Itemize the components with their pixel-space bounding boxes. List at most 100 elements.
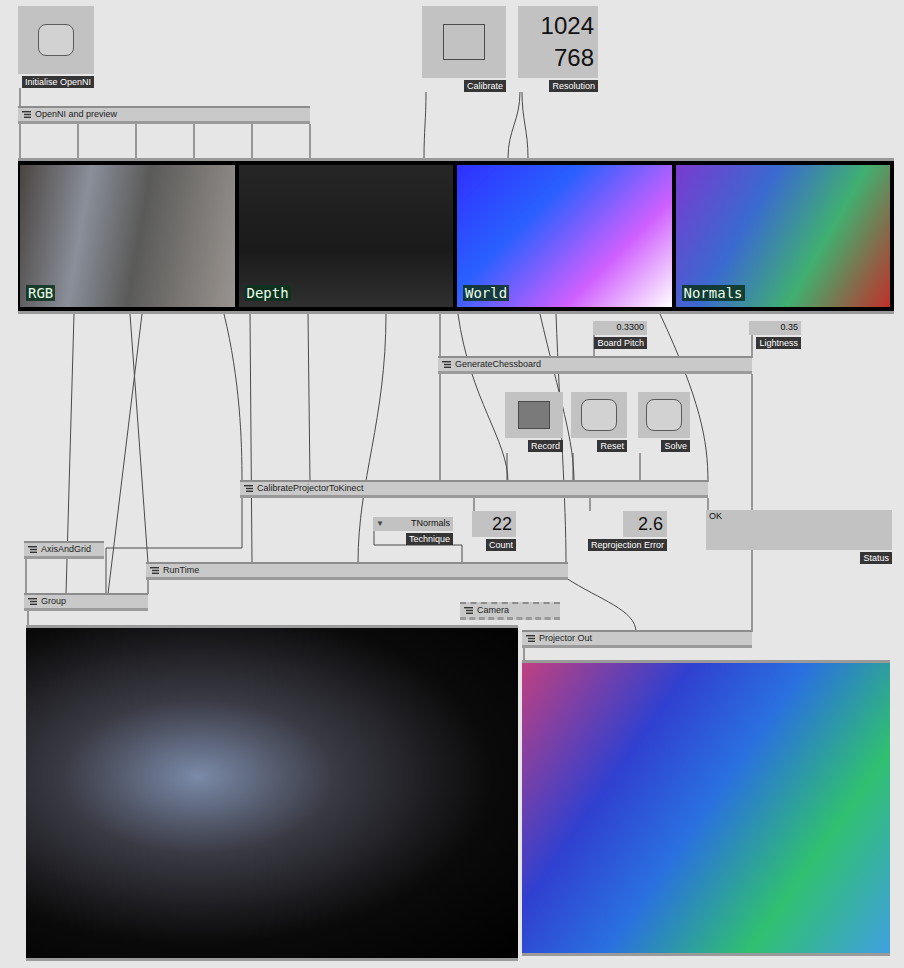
link[interactable] xyxy=(136,124,137,158)
iobox-face[interactable]: OK xyxy=(706,510,892,550)
link[interactable] xyxy=(752,335,753,358)
patch-node[interactable]: Group xyxy=(24,593,148,611)
link[interactable] xyxy=(458,314,508,482)
patch-canvas[interactable]: Initialise OpenNICalibrate1024768Resolut… xyxy=(0,0,904,968)
iobox-face[interactable]: 0.3300 xyxy=(593,321,647,335)
toggle-button[interactable] xyxy=(443,24,485,60)
preview-view: Normals xyxy=(676,165,891,307)
iobox-face[interactable]: ▼ TNormals xyxy=(373,517,453,531)
node-menu-icon xyxy=(244,485,253,492)
link[interactable] xyxy=(522,92,528,158)
bang-iobox[interactable]: Solve xyxy=(638,392,690,452)
node-label: Group xyxy=(41,596,66,607)
link[interactable] xyxy=(194,124,195,158)
link[interactable] xyxy=(310,124,311,158)
value-iobox[interactable]: 0.35Lightness xyxy=(749,321,801,349)
link[interactable] xyxy=(148,578,149,594)
iobox-face[interactable]: 1024768 xyxy=(518,6,598,78)
patch-node[interactable]: Camera xyxy=(460,602,560,620)
iobox-label: Resolution xyxy=(549,80,598,92)
preview-renderer[interactable]: RGBDepthWorldNormals xyxy=(18,158,894,314)
iobox-label: Count xyxy=(486,539,516,551)
enum-iobox[interactable]: ▼TNormalsTechnique xyxy=(373,517,453,545)
link[interactable] xyxy=(26,557,27,594)
patch-node[interactable]: OpenNI and preview xyxy=(18,106,310,124)
value-text[interactable]: 0.35 xyxy=(780,321,798,334)
node-menu-icon xyxy=(22,111,31,118)
link[interactable] xyxy=(308,314,310,482)
bang-button[interactable] xyxy=(646,399,682,431)
link[interactable] xyxy=(20,124,21,158)
node-label: GenerateChessboard xyxy=(455,359,541,370)
iobox-face[interactable] xyxy=(18,6,94,74)
link[interactable] xyxy=(474,498,475,511)
link[interactable] xyxy=(556,314,566,563)
link[interactable] xyxy=(224,314,242,482)
string-iobox[interactable]: OKStatus xyxy=(706,510,892,564)
link[interactable] xyxy=(374,531,462,563)
dropdown-arrow[interactable]: ▼ xyxy=(376,517,384,530)
preview-view: World xyxy=(457,165,672,307)
patch-node[interactable]: GenerateChessboard xyxy=(438,356,752,374)
link[interactable] xyxy=(573,453,574,482)
value-text[interactable]: 768 xyxy=(554,42,594,74)
patch-node[interactable]: AxisAndGrid xyxy=(24,541,104,559)
link[interactable] xyxy=(507,453,508,482)
iobox-face[interactable]: 22 xyxy=(472,511,516,537)
node-label: OpenNI and preview xyxy=(35,109,117,120)
enum-value[interactable]: ▼ TNormals xyxy=(376,517,450,530)
preview-view: Depth xyxy=(239,165,454,307)
projector-renderer[interactable] xyxy=(522,660,890,956)
link[interactable] xyxy=(590,498,591,511)
scene-renderer[interactable] xyxy=(26,625,518,961)
link[interactable] xyxy=(252,124,253,158)
link[interactable] xyxy=(130,314,148,563)
link[interactable] xyxy=(358,314,386,563)
link[interactable] xyxy=(566,578,636,632)
iobox-label: Reset xyxy=(597,440,627,452)
link[interactable] xyxy=(108,314,142,594)
link[interactable] xyxy=(508,92,520,158)
iobox-face[interactable] xyxy=(422,6,506,78)
bang-iobox[interactable]: Initialise OpenNI xyxy=(18,6,94,88)
value-text[interactable]: 0.3300 xyxy=(616,321,644,334)
iobox-face[interactable]: 2.6 xyxy=(623,511,667,537)
link[interactable] xyxy=(440,314,441,358)
bang-iobox[interactable]: Reset xyxy=(571,392,627,452)
node-menu-icon xyxy=(28,546,37,553)
value-text[interactable]: 22 xyxy=(492,512,512,536)
link[interactable] xyxy=(28,610,29,626)
iobox-face[interactable]: 0.35 xyxy=(749,321,801,335)
toggle-iobox[interactable]: Calibrate xyxy=(422,6,506,92)
iobox-face[interactable] xyxy=(571,392,627,438)
node-menu-icon xyxy=(442,361,451,368)
iobox-label: Initialise OpenNI xyxy=(22,76,94,88)
bang-button[interactable] xyxy=(581,399,617,431)
value-iobox[interactable]: 1024768 Resolution xyxy=(518,6,598,92)
link[interactable] xyxy=(78,124,79,158)
link[interactable] xyxy=(424,92,426,158)
toggle-button[interactable] xyxy=(518,401,550,429)
iobox-face[interactable] xyxy=(638,392,690,438)
value-text[interactable]: 2.6 xyxy=(638,512,663,536)
iobox-face[interactable] xyxy=(505,392,563,438)
toggle-iobox[interactable]: Record xyxy=(505,392,563,452)
link[interactable] xyxy=(20,88,21,108)
value-iobox[interactable]: 2.6 Reprojection Error xyxy=(588,511,667,551)
node-menu-icon xyxy=(526,635,535,642)
bang-button[interactable] xyxy=(38,24,74,56)
value-iobox[interactable]: 22 Count xyxy=(472,511,516,551)
patch-node[interactable]: Projector Out xyxy=(522,630,752,648)
link[interactable] xyxy=(752,374,753,632)
iobox-label: Reprojection Error xyxy=(588,539,667,551)
value-text[interactable]: 1024 xyxy=(541,10,594,42)
value-iobox[interactable]: 0.3300Board Pitch xyxy=(593,321,647,349)
link[interactable] xyxy=(708,498,709,510)
link[interactable] xyxy=(640,453,641,482)
enum-text: TNormals xyxy=(411,517,450,530)
link[interactable] xyxy=(250,314,252,563)
link[interactable] xyxy=(440,374,441,482)
value-text[interactable]: OK xyxy=(709,510,722,523)
patch-node[interactable]: RunTime xyxy=(146,562,568,580)
patch-node[interactable]: CalibrateProjectorToKinect xyxy=(240,480,708,498)
